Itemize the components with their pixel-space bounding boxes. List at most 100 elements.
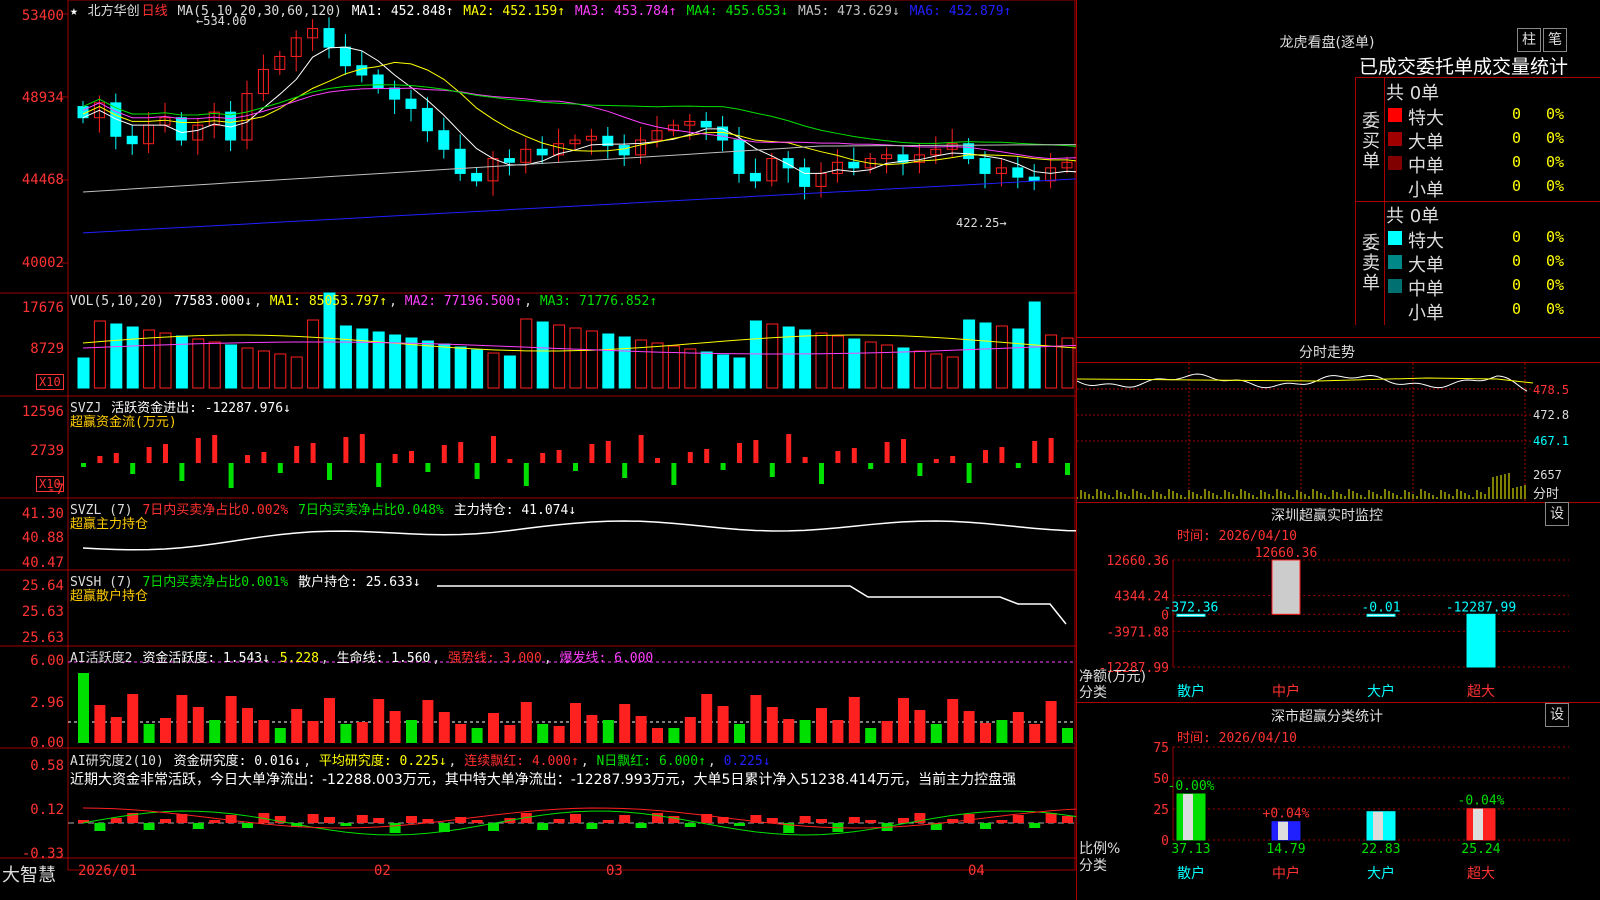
- ai2-e: 0.225↓: [723, 754, 771, 769]
- research-bar: [537, 823, 549, 830]
- volume-bar: [864, 341, 877, 389]
- monitor-bar: [1466, 613, 1496, 668]
- research-bar: [898, 818, 909, 823]
- activity-bar: [930, 724, 942, 743]
- candle-body: [733, 139, 745, 174]
- order-count: 0: [1512, 105, 1522, 123]
- volume-bar: [520, 318, 533, 389]
- svzl-a: 7日内买卖净占比0.002%: [142, 503, 289, 518]
- ai2-ytick: -0.33: [21, 846, 64, 862]
- order-pct: 0%: [1546, 228, 1565, 246]
- candle-body: [848, 161, 860, 169]
- volume-bar: [1012, 328, 1025, 389]
- order-label: 小单: [1408, 303, 1444, 324]
- activity-bar: [422, 700, 434, 743]
- research-bar: [143, 823, 155, 830]
- svzl-b: 7日内买卖净占比0.048%: [298, 503, 444, 518]
- volume-bar: [405, 337, 418, 389]
- candle-body: [438, 130, 450, 150]
- fund-flow-bar: [851, 448, 857, 463]
- svsh-sub: 超赢散户持仓: [70, 589, 149, 604]
- ai1-ytick: 6.00: [30, 653, 64, 669]
- order-swatch: [1388, 279, 1402, 293]
- ma-value-6: MA6: 452.879↑: [909, 4, 1012, 19]
- stats-xlabel: 分类: [1079, 858, 1107, 874]
- research-bar: [110, 818, 122, 823]
- sell-total: 共 0单: [1386, 206, 1440, 227]
- volume-bar: [159, 332, 172, 389]
- order-count: 0: [1512, 252, 1522, 270]
- fund-flow-bar: [868, 463, 874, 469]
- research-bar: [324, 817, 335, 823]
- stats-value-label: 25.24: [1461, 842, 1500, 857]
- fund-flow-bar: [409, 451, 414, 463]
- fund-flow-bar: [392, 454, 398, 463]
- ai1-d: 强势线: 3.000: [448, 651, 542, 666]
- candle-body: [503, 158, 515, 163]
- volume-bar: [799, 329, 812, 389]
- volume-bar: [421, 340, 434, 389]
- research-bar: [980, 823, 991, 829]
- activity-bar: [898, 698, 909, 743]
- order-label: 特大: [1408, 108, 1444, 129]
- research-bar: [389, 823, 401, 833]
- fund-flow-bar: [310, 443, 316, 463]
- volume-bar: [618, 336, 631, 389]
- research-bar: [848, 817, 860, 823]
- svsh-ytick: 25.63: [21, 604, 64, 620]
- volume-bar: [503, 355, 516, 389]
- activity-bar: [537, 724, 549, 743]
- research-bar: [471, 820, 483, 823]
- activity-bar: [110, 717, 122, 743]
- fund-flow-bar: [835, 451, 841, 463]
- order-pct: 0%: [1546, 129, 1565, 147]
- activity-bar: [471, 728, 483, 743]
- research-bar: [1029, 823, 1041, 828]
- research-bar: [570, 814, 581, 823]
- order-label: 特大: [1408, 231, 1444, 252]
- buy-side-label: 委买单: [1362, 111, 1380, 172]
- activity-bar: [258, 720, 270, 743]
- activity-bar: [602, 720, 614, 743]
- candle-body: [421, 107, 433, 132]
- tick-mode-button[interactable]: 笔: [1543, 28, 1567, 52]
- fund-flow-bar: [245, 455, 250, 463]
- research-bar: [652, 813, 663, 823]
- bar-mode-button[interactable]: 柱: [1517, 28, 1541, 52]
- stats-category-label: 中户: [1272, 865, 1300, 882]
- research-bar: [1045, 813, 1057, 823]
- research-bar: [684, 823, 696, 827]
- ai2-b: 平均研究度: 0.225↓: [318, 754, 447, 769]
- fund-flow-bar: [294, 446, 300, 463]
- fund-flow-bar: [277, 463, 283, 473]
- fund-flow-bar: [933, 459, 939, 463]
- volume-bar: [471, 349, 484, 389]
- stats-category-label: 超大: [1467, 866, 1495, 882]
- candle-body: [126, 135, 138, 145]
- period-label[interactable]: 日线: [142, 4, 168, 19]
- candle-body: [700, 120, 712, 128]
- research-bar: [635, 823, 647, 828]
- svzj-ytick: 2739: [30, 443, 64, 459]
- activity-bar: [274, 728, 286, 743]
- kline-area[interactable]: ★ 北方华创 日线 MA(5,10,20,30,60,120) MA1: 452.…: [0, 0, 1076, 900]
- candle-body: [1012, 167, 1024, 178]
- volume-bar: [257, 350, 270, 389]
- intraday-chart[interactable]: [1077, 363, 1600, 503]
- order-label: 大单: [1408, 132, 1444, 153]
- activity-bar: [750, 695, 762, 743]
- ai1-label: AI活跃度2: [70, 651, 133, 666]
- fund-flow-bar: [655, 458, 660, 463]
- main-ytick: 40002: [21, 255, 64, 271]
- monitor-chart: 12660.364344.240-3971.88-12287.99-372.36…: [1099, 546, 1569, 700]
- research-bar: [307, 814, 319, 823]
- activity-bar: [78, 673, 89, 743]
- volume-bar: [585, 330, 598, 389]
- activity-bar: [176, 695, 188, 743]
- fund-flow-bar: [769, 463, 775, 477]
- intraday-price-2: 472.8: [1533, 408, 1570, 422]
- svzj-ytick: 12596: [21, 404, 64, 420]
- monitor-xlabel: 分类: [1079, 685, 1107, 701]
- order-label: 中单: [1408, 279, 1444, 300]
- research-bar: [94, 823, 106, 831]
